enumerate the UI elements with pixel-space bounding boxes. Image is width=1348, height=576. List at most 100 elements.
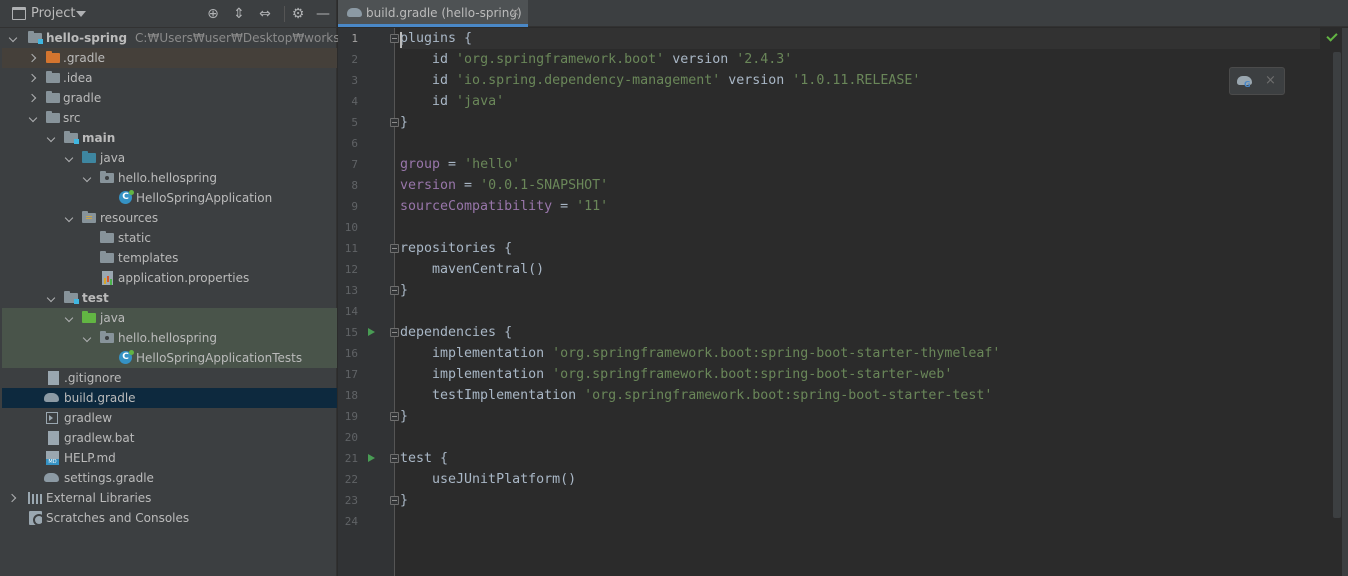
chevron-right-icon[interactable] [8,488,20,508]
tree-item-label: HelloSpringApplication [136,191,273,205]
line-number: 3 [351,74,358,87]
fold-icon[interactable] [390,412,399,421]
code-token: sourceCompatibility [400,199,553,214]
tree-item-main[interactable]: main [2,128,337,148]
code-token: 'org.springframework.boot:spring-boot-st… [584,388,993,403]
code-token: = [456,178,481,193]
reload-badge-icon: G [1244,80,1251,89]
chevron-down-icon[interactable] [46,128,58,148]
fold-icon[interactable] [390,244,399,253]
chevron-down-icon[interactable] [28,108,40,128]
tree-item-gradlew[interactable]: gradlew [2,408,337,428]
vertical-scrollbar[interactable] [1333,52,1341,518]
folder-icon [100,231,116,245]
locate-icon[interactable]: ⊕ [204,5,222,23]
gear-icon[interactable]: ⚙ [289,5,307,23]
code-line: mavenCentral() [400,259,544,280]
code-token: 'org.springframework.boot:spring-boot-st… [552,346,1001,361]
code-token: } [400,493,409,508]
tree-item-gradle-cache[interactable]: .gradle [2,48,337,68]
folder-icon [46,111,62,125]
tree-item-test-class[interactable]: C HelloSpringApplicationTests [2,348,337,368]
package-icon [100,331,116,345]
library-icon [28,491,44,505]
run-gutter-icon[interactable] [368,454,375,462]
code-line: useJUnitPlatform() [400,469,576,490]
tree-item-label: gradlew [64,411,113,425]
tree-item-templates[interactable]: templates [2,248,337,268]
tree-item-main-java[interactable]: java [2,148,337,168]
chevron-right-icon[interactable] [28,48,40,68]
tree-item-application-properties[interactable]: application.properties [2,268,337,288]
code-line: plugins { [400,28,1320,49]
hide-panel-icon[interactable]: — [314,5,332,23]
chevron-right-icon[interactable] [28,88,40,108]
fold-icon[interactable] [390,496,399,505]
line-number: 16 [344,347,358,360]
project-view-selector[interactable]: Project [31,6,75,21]
chevron-down-icon[interactable] [64,208,76,228]
close-icon[interactable]: × [1265,73,1276,88]
tree-item-class[interactable]: C HelloSpringApplication [2,188,337,208]
project-panel-header: Project ⊕ ⇕ ⇔ ⚙ — [0,0,337,28]
code-token: repositories { [400,241,513,256]
tree-item-label: static [118,231,151,245]
module-folder-icon [64,131,80,145]
expand-all-icon[interactable]: ⇕ [230,5,248,23]
code-token: group [400,157,441,172]
chevron-down-icon[interactable] [82,168,94,188]
tree-item-static[interactable]: static [2,228,337,248]
code-token: 'io.spring.dependency-management' [456,73,721,88]
resources-folder-icon [82,211,98,225]
code-token: useJUnitPlatform() [400,472,577,487]
tree-item-build-gradle[interactable]: build.gradle [2,388,337,408]
close-icon[interactable]: × [510,5,520,19]
tree-item-gradle[interactable]: gradle [2,88,337,108]
tree-item-gitignore[interactable]: .gitignore [2,368,337,388]
tree-item-hello-spring[interactable]: hello-spring C:₩Users₩user₩Desktop₩worksp… [2,28,394,48]
tree-item-label: build.gradle [64,391,136,405]
fold-icon[interactable] [390,34,399,43]
code-token: implementation [400,367,553,382]
chevron-down-icon[interactable] [8,28,20,48]
source-folder-icon [82,151,98,165]
chevron-down-icon[interactable] [46,288,58,308]
tree-item-test-package[interactable]: hello.hellospring [2,328,337,348]
tab-build-gradle[interactable]: build.gradle (hello-spring) × [338,0,528,27]
gradle-load-changes-popup: G × [1229,67,1285,95]
tree-item-scratches[interactable]: Scratches and Consoles [2,508,337,528]
fold-icon[interactable] [390,328,399,337]
toolbar-divider [284,6,285,22]
tree-item-test[interactable]: test [2,288,337,308]
test-source-folder-icon [82,311,98,325]
chevron-down-icon[interactable] [64,308,76,328]
chevron-down-icon[interactable] [76,11,86,17]
tree-item-settings-gradle[interactable]: settings.gradle [2,468,337,488]
tree-item-external-libraries[interactable]: External Libraries [2,488,337,508]
code-token: mavenCentral() [400,262,545,277]
tree-item-gradlew-bat[interactable]: gradlew.bat [2,428,337,448]
line-number: 8 [351,179,358,192]
collapse-all-icon[interactable]: ⇔ [256,5,274,23]
fold-icon[interactable] [390,118,399,127]
inspection-ok-icon[interactable] [1326,30,1338,42]
tree-item-resources[interactable]: resources [2,208,337,228]
tree-item-package[interactable]: hello.hellospring [2,168,337,188]
run-gutter-icon[interactable] [368,328,375,336]
chevron-down-icon[interactable] [82,328,94,348]
code-token: plugins { [400,31,473,46]
tree-item-label: HELP.md [64,451,116,465]
code-token: id [400,73,457,88]
line-number: 15 [344,326,358,339]
chevron-right-icon[interactable] [28,68,40,88]
tree-item-src[interactable]: src [2,108,337,128]
code-line: group = 'hello' [400,154,520,175]
chevron-down-icon[interactable] [64,148,76,168]
fold-icon[interactable] [390,286,399,295]
project-panel: Project ⊕ ⇕ ⇔ ⚙ — hello-spring C:₩Users₩u… [0,0,394,576]
tree-item-help-md[interactable]: HELP.md [2,448,337,468]
fold-icon[interactable] [390,454,399,463]
tree-item-test-java[interactable]: java [2,308,337,328]
tree-item-label: .gradle [63,51,106,65]
tree-item-idea[interactable]: .idea [2,68,337,88]
